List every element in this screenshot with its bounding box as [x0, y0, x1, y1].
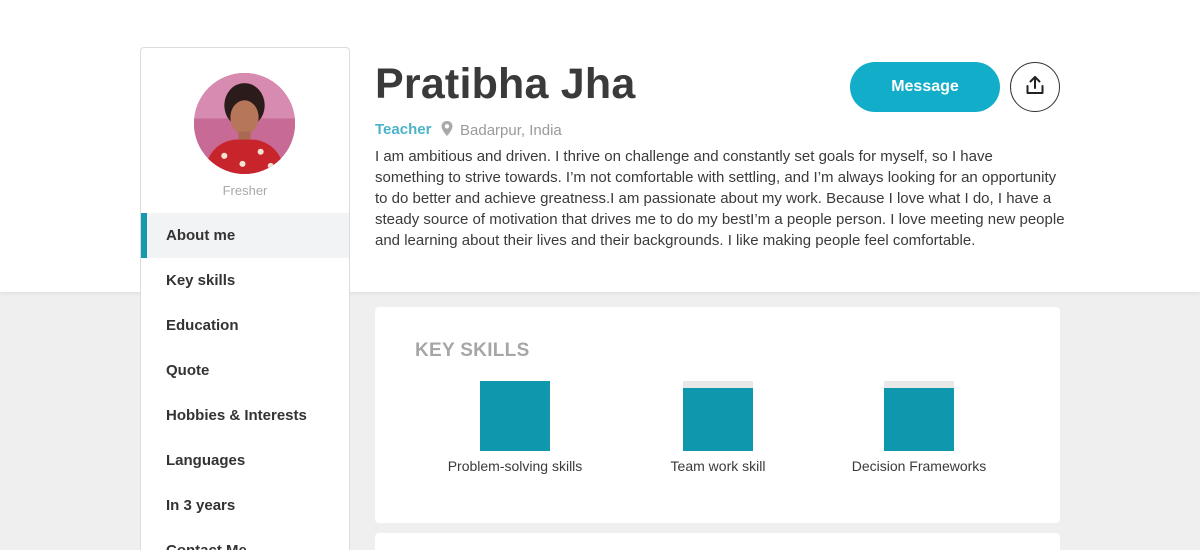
sidebar-nav: About me Key skills Education Quote Hobb… — [141, 213, 349, 550]
about-text: I am ambitious and driven. I thrive on c… — [375, 148, 1065, 249]
profile-location: Badarpur, India — [440, 120, 562, 141]
sidebar-item-languages[interactable]: Languages — [141, 438, 349, 483]
sidebar-item-in-3-years[interactable]: In 3 years — [141, 483, 349, 528]
map-pin-icon — [440, 120, 454, 141]
skill-bar-fill — [683, 388, 753, 451]
avatar-photo — [194, 73, 295, 174]
skill-bar-track — [480, 381, 550, 451]
skill-bar-fill — [480, 381, 550, 451]
sidebar-item-education[interactable]: Education — [141, 303, 349, 348]
profile-name: Pratibha Jha — [375, 60, 636, 108]
skill-item: Team work skill — [618, 381, 818, 474]
sidebar-item-hobbies-interests[interactable]: Hobbies & Interests — [141, 393, 349, 438]
sidebar-item-key-skills[interactable]: Key skills — [141, 258, 349, 303]
next-section-card — [375, 533, 1060, 550]
skill-bar-track — [683, 381, 753, 451]
profile-role: Teacher — [375, 121, 432, 138]
skill-label: Problem-solving skills — [447, 458, 583, 474]
share-button[interactable] — [1010, 62, 1060, 112]
sidebar-item-about-me[interactable]: About me — [141, 213, 349, 258]
skill-item: Decision Frameworks — [819, 381, 1019, 474]
skill-label: Team work skill — [670, 458, 766, 474]
skill-bar-track — [884, 381, 954, 451]
share-upload-icon — [1024, 74, 1046, 101]
career-status: Fresher — [222, 183, 268, 198]
skill-label: Decision Frameworks — [851, 458, 987, 474]
key-skills-title: KEY SKILLS — [415, 340, 530, 361]
sidebar-item-quote[interactable]: Quote — [141, 348, 349, 393]
skill-bar-fill — [884, 388, 954, 451]
key-skills-card: KEY SKILLS Problem-solving skills Team w… — [375, 307, 1060, 523]
skill-item: Problem-solving skills — [415, 381, 615, 474]
message-button[interactable]: Message — [850, 62, 1000, 112]
location-text: Badarpur, India — [460, 122, 562, 139]
profile-sidebar: Fresher About me Key skills Education Qu… — [140, 47, 350, 550]
sidebar-item-contact-me[interactable]: Contact Me — [141, 528, 349, 550]
avatar — [194, 73, 295, 174]
